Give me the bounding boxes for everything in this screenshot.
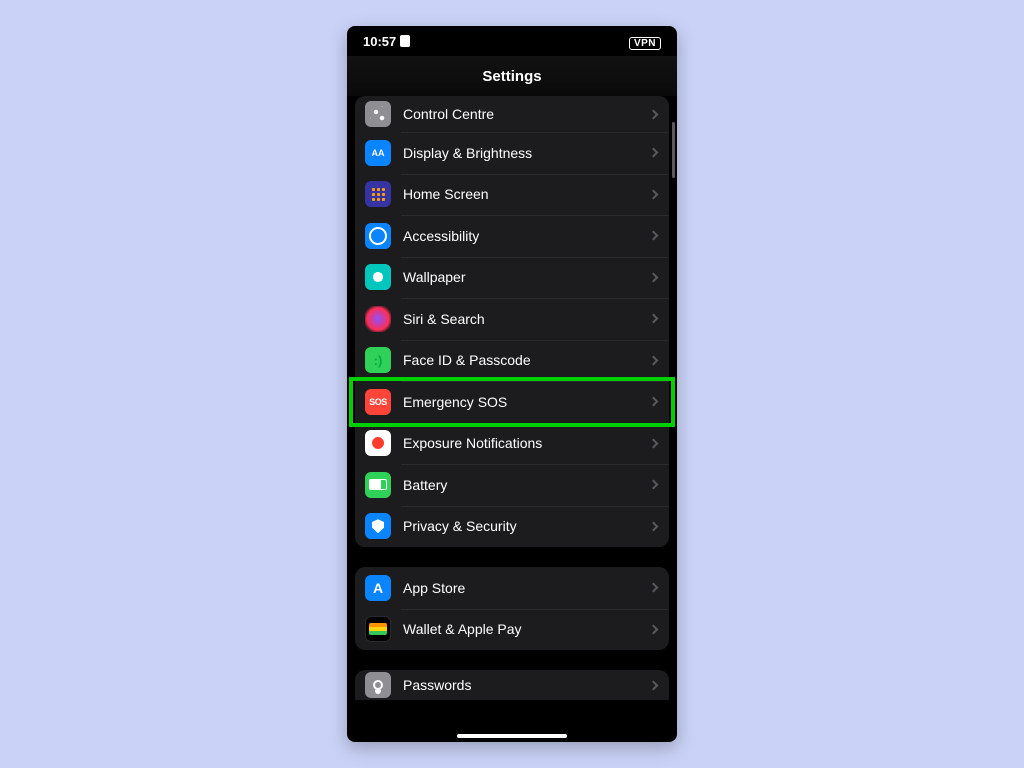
row-display-brightness[interactable]: AA Display & Brightness [355, 132, 669, 174]
row-label: Wallpaper [403, 269, 650, 285]
row-label: Display & Brightness [403, 145, 650, 161]
row-label: Battery [403, 477, 650, 493]
chevron-right-icon [649, 109, 659, 119]
passwords-key-icon [365, 672, 391, 698]
chevron-right-icon [649, 521, 659, 531]
row-passwords[interactable]: Passwords [355, 670, 669, 700]
settings-group-passwords: Passwords [355, 670, 669, 700]
row-label: Face ID & Passcode [403, 352, 650, 368]
chevron-right-icon [649, 314, 659, 324]
row-label: Privacy & Security [403, 518, 650, 534]
accessibility-icon [365, 223, 391, 249]
chevron-right-icon [649, 438, 659, 448]
wallet-icon [365, 616, 391, 642]
row-wallpaper[interactable]: Wallpaper [355, 257, 669, 299]
phone-frame: 10:57 VPN Settings Control Centre AA Dis… [347, 26, 677, 742]
settings-group-store: App Store Wallet & Apple Pay [355, 567, 669, 650]
clock-time: 10:57 [363, 34, 396, 49]
settings-group-general: Control Centre AA Display & Brightness H… [355, 96, 669, 547]
status-bar: 10:57 VPN [347, 26, 677, 56]
chevron-right-icon [649, 231, 659, 241]
row-emergency-sos[interactable]: SOS Emergency SOS [355, 381, 669, 423]
row-label: Siri & Search [403, 311, 650, 327]
vpn-badge-icon: VPN [629, 37, 661, 50]
row-exposure-notifications[interactable]: Exposure Notifications [355, 423, 669, 465]
row-privacy-security[interactable]: Privacy & Security [355, 506, 669, 548]
nav-bar: Settings [347, 56, 677, 96]
page-title: Settings [482, 68, 541, 85]
chevron-right-icon [649, 680, 659, 690]
row-label: Home Screen [403, 186, 650, 202]
wallpaper-icon [365, 264, 391, 290]
row-siri-search[interactable]: Siri & Search [355, 298, 669, 340]
siri-icon [365, 306, 391, 332]
settings-scrollview[interactable]: Control Centre AA Display & Brightness H… [347, 96, 677, 742]
chevron-right-icon [649, 583, 659, 593]
row-label: Exposure Notifications [403, 435, 650, 451]
chevron-right-icon [649, 355, 659, 365]
contact-card-icon [400, 35, 410, 47]
display-brightness-icon: AA [365, 140, 391, 166]
row-wallet-apple-pay[interactable]: Wallet & Apple Pay [355, 609, 669, 651]
control-centre-icon [365, 101, 391, 127]
row-label: Accessibility [403, 228, 650, 244]
chevron-right-icon [649, 189, 659, 199]
row-label: App Store [403, 580, 650, 596]
row-label: Emergency SOS [403, 394, 650, 410]
privacy-icon [365, 513, 391, 539]
battery-icon [365, 472, 391, 498]
row-label: Wallet & Apple Pay [403, 621, 650, 637]
row-battery[interactable]: Battery [355, 464, 669, 506]
row-label: Passwords [403, 677, 650, 693]
row-label: Control Centre [403, 106, 650, 122]
row-face-id-passcode[interactable]: Face ID & Passcode [355, 340, 669, 382]
exposure-notifications-icon [365, 430, 391, 456]
row-app-store[interactable]: App Store [355, 567, 669, 609]
status-bar-right: VPN [629, 34, 661, 49]
chevron-right-icon [649, 397, 659, 407]
app-store-icon [365, 575, 391, 601]
face-id-icon [365, 347, 391, 373]
row-accessibility[interactable]: Accessibility [355, 215, 669, 257]
row-home-screen[interactable]: Home Screen [355, 174, 669, 216]
status-bar-left: 10:57 [363, 34, 410, 49]
home-indicator[interactable] [457, 734, 567, 738]
sos-icon: SOS [365, 389, 391, 415]
chevron-right-icon [649, 148, 659, 158]
chevron-right-icon [649, 624, 659, 634]
chevron-right-icon [649, 480, 659, 490]
chevron-right-icon [649, 272, 659, 282]
row-control-centre[interactable]: Control Centre [355, 96, 669, 132]
home-screen-icon [365, 181, 391, 207]
